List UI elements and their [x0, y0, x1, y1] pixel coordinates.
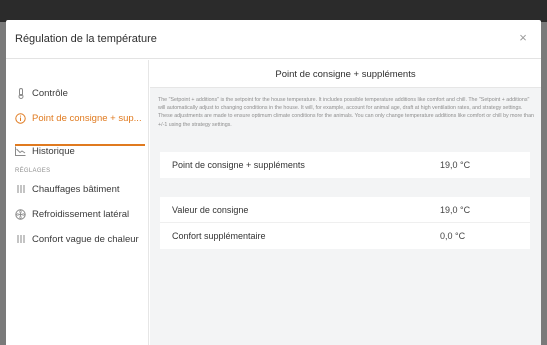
content-title: Point de consigne + suppléments: [275, 69, 416, 80]
sidebar-item-heating[interactable]: Chauffages bâtiment: [6, 176, 149, 202]
row-label: Confort supplémentaire: [172, 231, 266, 241]
dialog-header: Régulation de la température ×: [6, 20, 541, 59]
row-label: Point de consigne + suppléments: [172, 160, 305, 170]
info-circle-icon: [15, 112, 26, 124]
row-value: 0,0 °C: [440, 231, 466, 241]
setpoint-total-card: Point de consigne + suppléments 19,0 °C: [160, 152, 530, 178]
chart-icon: [15, 146, 26, 157]
sidebar-item-side-cooling[interactable]: Refroidissement latéral: [6, 201, 149, 227]
sidebar-item-label: Refroidissement latéral: [32, 208, 130, 220]
setpoint-details-card: Valeur de consigne 19,0 °C Confort suppl…: [160, 197, 530, 249]
sidebar: Contrôle Point de consigne + sup... Hist…: [6, 60, 149, 345]
sidebar-item-historique[interactable]: Historique: [6, 138, 149, 164]
thermometer-icon: [15, 87, 26, 99]
setpoint-description: The "Setpoint + additions" is the setpoi…: [158, 97, 534, 128]
sidebar-item-controle[interactable]: Contrôle: [6, 80, 149, 106]
temperature-regulation-dialog: Régulation de la température × Contrôle …: [6, 20, 541, 345]
sidebar-item-heat-wave-comfort[interactable]: Confort vague de chaleur: [6, 226, 149, 252]
heat-wave-icon: [15, 234, 26, 245]
comfort-addition-row: Confort supplémentaire 0,0 °C: [160, 223, 530, 249]
sidebar-item-label: Historique: [32, 145, 75, 157]
sidebar-item-label: Chauffages bâtiment: [32, 183, 120, 195]
row-value: 19,0 °C: [440, 204, 471, 215]
settings-section-label: RÉGLAGES: [15, 168, 51, 174]
setpoint-total-row: Point de consigne + suppléments 19,0 °C: [160, 152, 530, 178]
heater-icon: [15, 184, 26, 195]
close-icon[interactable]: ×: [514, 29, 532, 47]
setpoint-value-row: Valeur de consigne 19,0 °C: [160, 197, 530, 223]
sidebar-item-label: Confort vague de chaleur: [32, 233, 139, 245]
dialog-title: Régulation de la température: [15, 33, 157, 45]
row-value: 19,0 °C: [440, 160, 471, 170]
app-top-bar: [0, 0, 547, 22]
sidebar-item-label: Point de consigne + sup...: [32, 112, 142, 124]
sidebar-item-setpoint[interactable]: Point de consigne + sup...: [6, 105, 149, 131]
fan-icon: [15, 208, 26, 220]
sidebar-item-label: Contrôle: [32, 87, 68, 99]
content-header: Point de consigne + suppléments: [150, 60, 541, 88]
row-label: Valeur de consigne: [172, 204, 249, 215]
content-panel: Point de consigne + suppléments The "Set…: [150, 60, 541, 345]
